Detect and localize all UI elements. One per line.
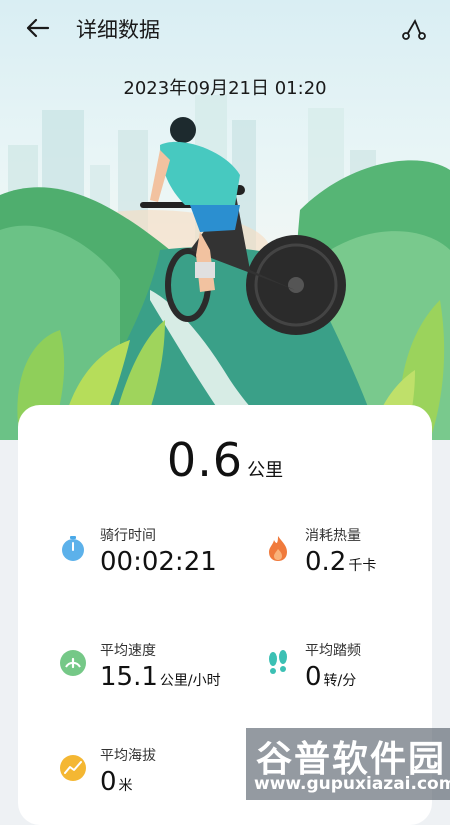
page-title: 详细数据 <box>76 18 160 42</box>
stat-label: 消耗热量 <box>305 528 361 544</box>
stat-label: 平均海拔 <box>100 748 156 764</box>
back-button[interactable] <box>22 14 54 44</box>
watermark-url: www.gupuxiazai.com <box>254 774 450 794</box>
stat-label: 骑行时间 <box>100 528 156 544</box>
distance-value: 0.6 <box>166 433 244 487</box>
flame-icon <box>269 536 287 561</box>
watermark: 谷普软件园 www.gupuxiazai.com <box>246 728 450 800</box>
stat-value: 0 转/分 <box>305 662 357 692</box>
back-arrow-icon <box>26 18 50 38</box>
top-app-bar: 详细数据 <box>0 0 450 58</box>
stopwatch-icon <box>62 536 84 561</box>
total-distance: 0.6 公里 <box>18 433 432 487</box>
stat-value: 15.1 公里/小时 <box>100 662 221 692</box>
cyclist-illustration <box>0 95 450 440</box>
stat-label: 平均踏频 <box>305 643 361 659</box>
stat-value: 0米 <box>100 767 133 797</box>
workout-datetime: 2023年09月21日 01:20 <box>123 78 327 99</box>
share-route-button[interactable] <box>398 14 430 44</box>
speedometer-icon <box>60 650 86 676</box>
stat-value: 0.2 千卡 <box>305 547 377 577</box>
share-route-icon <box>402 18 426 40</box>
hero-illustration <box>0 0 450 440</box>
altitude-icon <box>60 755 86 781</box>
stat-value: 00:02:21 <box>100 547 217 577</box>
stat-label: 平均速度 <box>100 643 156 659</box>
footprints-icon <box>269 650 287 674</box>
distance-unit: 公里 <box>247 460 284 481</box>
